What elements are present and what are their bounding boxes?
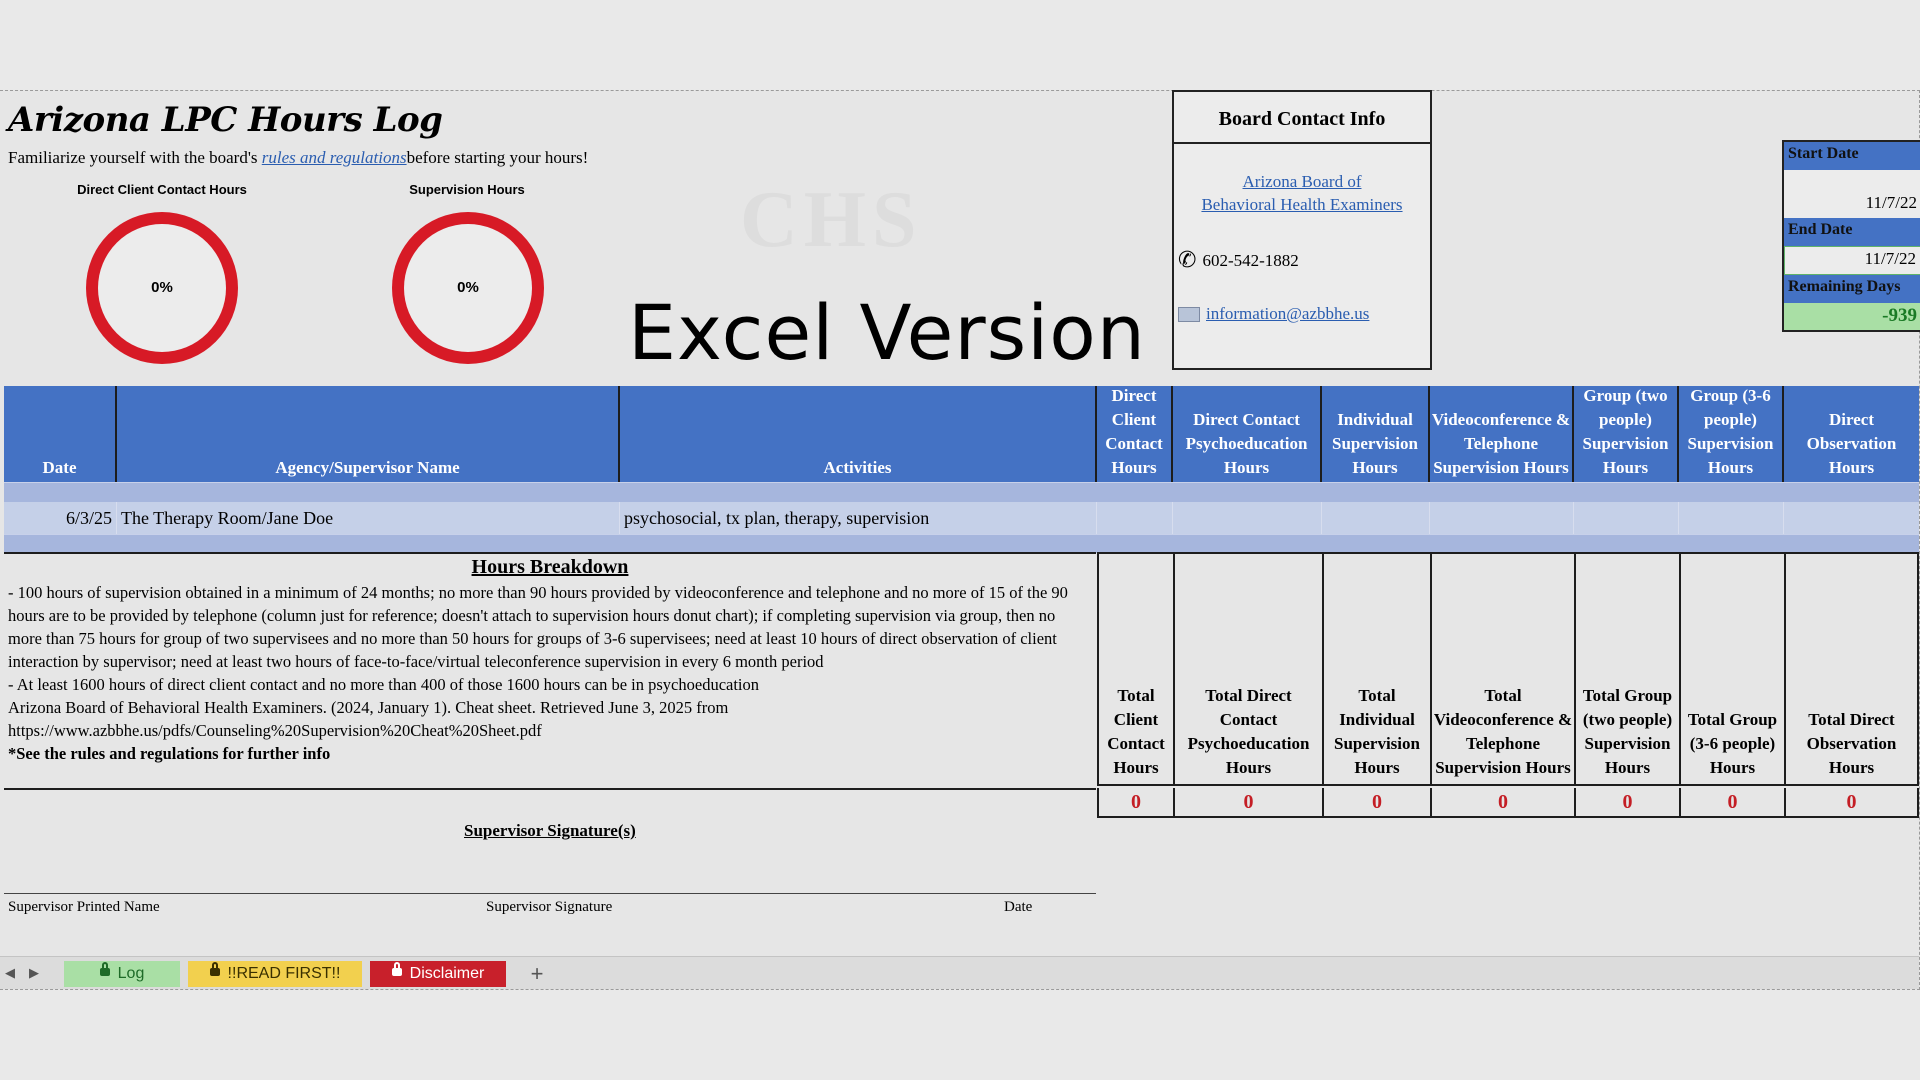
header-individual-supervision[interactable]: Individual Supervision Hours <box>1322 386 1430 482</box>
breakdown-text: - 100 hours of supervision obtained in a… <box>4 579 1096 765</box>
donut-label-client: Direct Client Contact Hours <box>77 182 247 197</box>
intro-before: Familiarize yourself with the board's <box>8 148 262 167</box>
total-value-psychoeducation: 0 <box>1173 788 1322 818</box>
email-icon <box>1178 306 1200 322</box>
lock-icon <box>391 961 402 976</box>
breakdown-supervision-rules: - 100 hours of supervision obtained in a… <box>8 583 1068 671</box>
breakdown-note: *See the rules and regulations for furth… <box>8 744 331 763</box>
total-label-psychoeducation: Total Direct Contact Psychoeducation Hou… <box>1173 552 1322 786</box>
total-value-individual: 0 <box>1322 788 1430 818</box>
phone-icon: ✆ <box>1178 248 1197 273</box>
total-value-direct-observation: 0 <box>1784 788 1919 818</box>
tab-read-first-label: !!READ FIRST!! <box>227 965 341 982</box>
signature-date-label: Date <box>1004 899 1033 915</box>
donut-percent-supervision: 0% <box>457 279 479 296</box>
cell-group-two[interactable] <box>1574 502 1679 534</box>
excel-version-heading: Excel Version <box>628 288 1146 377</box>
add-sheet-button[interactable]: + <box>520 961 554 987</box>
total-value-videoconference: 0 <box>1430 788 1574 818</box>
board-email-link[interactable]: information@azbbhe.us <box>1206 304 1369 324</box>
total-label-videoconference: Total Videoconference & Telephone Superv… <box>1430 552 1574 786</box>
hours-table: Date Agency/Supervisor Name Activities D… <box>4 386 1919 553</box>
board-phone-number: 602-542-1882 <box>1202 250 1299 270</box>
cell-agency[interactable]: The Therapy Room/Jane Doe <box>117 502 620 534</box>
header-agency[interactable]: Agency/Supervisor Name <box>117 386 620 482</box>
board-link[interactable]: Arizona Board of Behavioral Health Exami… <box>1174 170 1430 216</box>
printed-name-label: Supervisor Printed Name <box>8 899 160 915</box>
intro-after: before starting your hours! <box>406 148 589 167</box>
donut-percent-client: 0% <box>151 279 173 296</box>
intro-text: Familiarize yourself with the board's ru… <box>8 148 588 168</box>
donut-label-supervision: Supervision Hours <box>409 182 525 197</box>
cell-direct-observation[interactable] <box>1784 502 1919 534</box>
rules-link[interactable]: rules and regulations <box>262 148 407 167</box>
table-row-empty-2[interactable] <box>4 534 1919 553</box>
board-link-line1[interactable]: Arizona Board of <box>1243 172 1362 191</box>
header-direct-observation[interactable]: Direct Observation Hours <box>1784 386 1919 482</box>
start-date-label: Start Date <box>1784 142 1920 170</box>
tab-log[interactable]: Log <box>64 961 180 987</box>
table-row-empty-1[interactable] <box>4 482 1919 503</box>
table-row[interactable]: 6/3/25 The Therapy Room/Jane Doe psychos… <box>4 502 1919 534</box>
total-label-direct-observation: Total Direct Observation Hours <box>1784 552 1919 786</box>
board-phone: ✆ 602-542-1882 <box>1178 248 1299 273</box>
scroll-right-icon[interactable]: ▶ <box>24 961 44 987</box>
board-link-line2[interactable]: Behavioral Health Examiners <box>1201 195 1402 214</box>
breakdown-contact-rules: - At least 1600 hours of direct client c… <box>8 675 760 694</box>
total-label-individual: Total Individual Supervision Hours <box>1322 552 1430 786</box>
header-group-three-six[interactable]: Group (3-6 people) Supervision Hours <box>1679 386 1784 482</box>
signature-line <box>4 893 1096 894</box>
date-panel: Start Date 11/7/22 End Date 11/7/22 Rema… <box>1782 140 1920 332</box>
cell-date[interactable]: 6/3/25 <box>4 502 117 534</box>
sheet-title: Arizona LPC Hours Log <box>8 100 443 140</box>
donut-chart-supervision: 0% <box>392 212 544 364</box>
header-group-two[interactable]: Group (two people) Supervision Hours <box>1574 386 1679 482</box>
total-label-group-two: Total Group (two people) Supervision Hou… <box>1574 552 1679 786</box>
breakdown-title: Hours Breakdown <box>471 556 629 578</box>
cell-psychoeducation[interactable] <box>1173 502 1322 534</box>
lock-icon <box>99 961 110 976</box>
header-activities[interactable]: Activities <box>620 386 1097 482</box>
remaining-days-value: -939 <box>1784 303 1920 330</box>
breakdown-citation: Arizona Board of Behavioral Health Exami… <box>8 698 729 740</box>
total-value-group-three-six: 0 <box>1679 788 1784 818</box>
end-date-value[interactable]: 11/7/22 <box>1784 246 1920 275</box>
cell-group-three-six[interactable] <box>1679 502 1784 534</box>
cell-activities[interactable]: psychosocial, tx plan, therapy, supervis… <box>620 502 1097 534</box>
sheet-tab-bar: ◀ ▶ Log !!READ FIRST!! Disclaimer + <box>0 956 1919 989</box>
header-date[interactable]: Date <box>4 386 117 482</box>
donut-chart-client: 0% <box>86 212 238 364</box>
cell-individual[interactable] <box>1322 502 1430 534</box>
board-contact-heading: Board Contact Info <box>1174 92 1430 144</box>
tab-disclaimer[interactable]: Disclaimer <box>370 961 506 987</box>
header-direct-client[interactable]: Direct Client Contact Hours <box>1097 386 1173 482</box>
tab-log-label: Log <box>117 965 145 982</box>
scroll-left-icon[interactable]: ◀ <box>0 961 20 987</box>
signature-title: Supervisor Signature(s) <box>464 821 636 840</box>
signature-label: Supervisor Signature <box>486 899 613 915</box>
board-email[interactable]: information@azbbhe.us <box>1178 304 1369 324</box>
total-label-client: Total Client Contact Hours <box>1097 552 1173 786</box>
header-videoconference[interactable]: Videoconference & Telephone Supervision … <box>1430 386 1574 482</box>
total-value-client: 0 <box>1097 788 1173 818</box>
board-contact-box: Board Contact Info Arizona Board of Beha… <box>1172 90 1432 370</box>
total-value-group-two: 0 <box>1574 788 1679 818</box>
tab-disclaimer-label: Disclaimer <box>409 965 485 982</box>
lock-icon <box>209 961 220 976</box>
watermark-logo: CHS <box>740 176 923 264</box>
cell-direct-client[interactable] <box>1097 502 1173 534</box>
end-date-label: End Date <box>1784 218 1920 246</box>
header-psychoeducation[interactable]: Direct Contact Psychoeducation Hours <box>1173 386 1322 482</box>
remaining-days-label: Remaining Days <box>1784 275 1920 303</box>
hours-breakdown: Hours Breakdown - 100 hours of supervisi… <box>4 552 1096 790</box>
total-label-group-three-six: Total Group (3-6 people) Hours <box>1679 552 1784 786</box>
start-date-value[interactable]: 11/7/22 <box>1784 170 1920 218</box>
tab-read-first[interactable]: !!READ FIRST!! <box>188 961 362 987</box>
cell-videoconference[interactable] <box>1430 502 1574 534</box>
